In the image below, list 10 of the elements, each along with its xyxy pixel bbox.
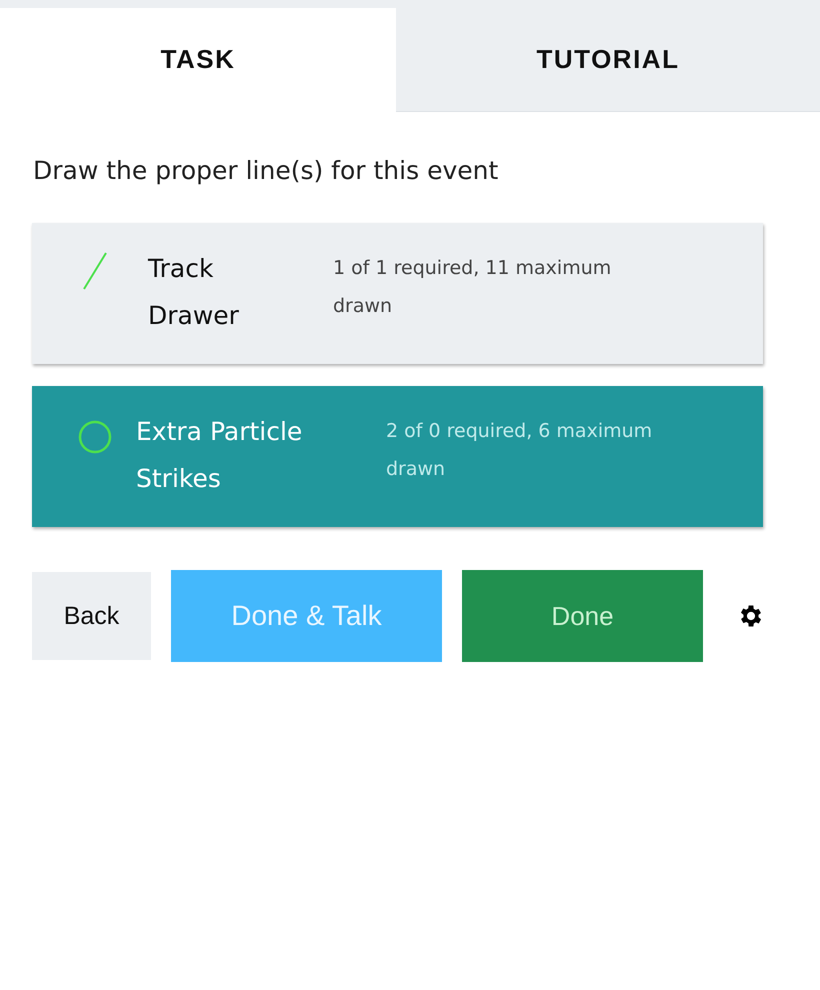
tool-details: 2 of 0 required, 6 maximum drawn <box>386 419 654 482</box>
tool-name: Extra Particle Strikes <box>136 416 304 495</box>
instruction-text: Draw the proper line(s) for this event <box>33 156 500 185</box>
tool-details: 1 of 1 required, 11 maximum drawn <box>333 256 612 319</box>
circle-icon <box>78 420 112 454</box>
back-button[interactable]: Back <box>32 572 151 660</box>
tool-name: Track Drawer <box>148 253 240 332</box>
tool-card[interactable]: Extra Particle Strikes 2 of 0 required, 6 maximum drawn <box>32 386 763 527</box>
tool-card[interactable]: Track Drawer 1 of 1 required, 11 maximum drawn <box>32 223 763 364</box>
tab[interactable]: TUTORIAL <box>396 8 820 112</box>
